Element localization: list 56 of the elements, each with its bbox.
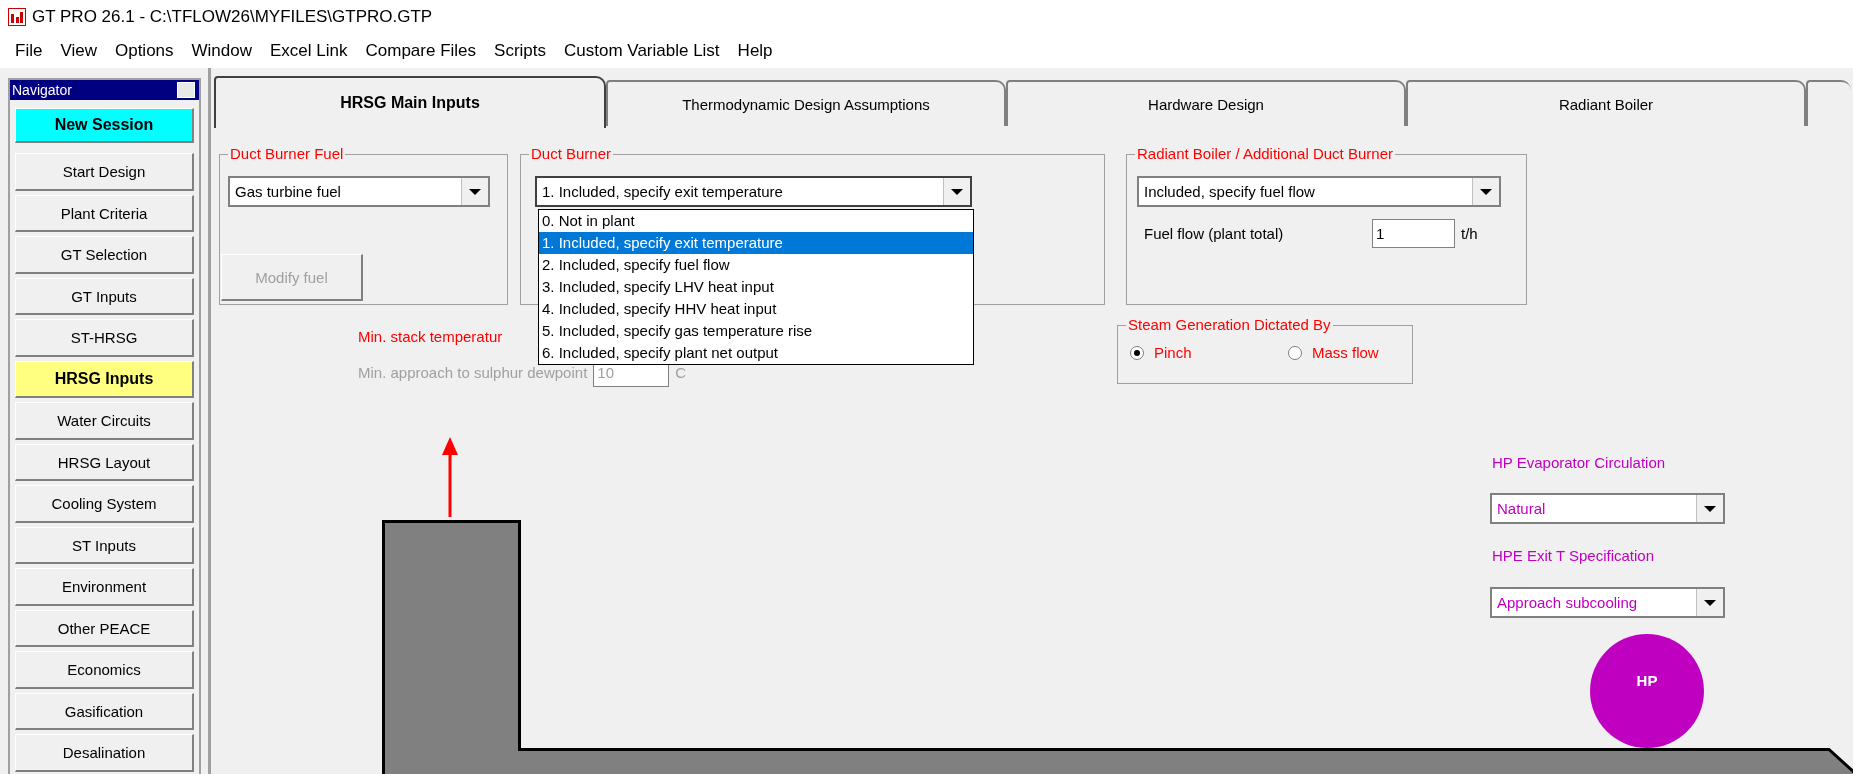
tab[interactable]: HRSG Main Inputs: [214, 76, 606, 128]
navigator-button[interactable]: GT Inputs: [15, 277, 194, 316]
menu-item[interactable]: Excel Link: [261, 40, 357, 61]
navigator-button[interactable]: ST-HRSG: [15, 319, 194, 357]
dropdown-option[interactable]: 5. Included, specify gas temperature rise: [539, 320, 973, 342]
menu-item[interactable]: View: [51, 40, 106, 61]
navigator-button[interactable]: HRSG Layout: [15, 443, 194, 482]
dropdown-option[interactable]: 0. Not in plant: [539, 210, 973, 232]
navigator-button[interactable]: Cooling System: [15, 485, 194, 523]
navigator-button[interactable]: Water Circuits: [15, 402, 194, 440]
navigator-button[interactable]: Economics: [15, 651, 194, 689]
field-label: HPE Exit T Specification: [1492, 547, 1655, 564]
unit-label: C: [675, 364, 687, 381]
field-label: HP Evaporator Circulation: [1492, 454, 1666, 471]
menu-item[interactable]: Window: [182, 40, 261, 61]
menu-item[interactable]: Options: [105, 40, 183, 61]
navigator-button[interactable]: Environment: [15, 568, 194, 606]
menu-item[interactable]: Custom Variable List: [555, 40, 729, 61]
navigator-button[interactable]: Gasification: [15, 692, 194, 731]
field-label: Fuel flow (plant total): [1144, 225, 1285, 242]
navigator-title: Navigator: [12, 81, 72, 98]
drum-label: HP: [1636, 672, 1658, 691]
field-label: Min. stack temperatur: [358, 328, 503, 345]
tab[interactable]: Hardware Design: [1006, 80, 1406, 126]
unit-label: t/h: [1461, 225, 1478, 242]
navigator-button[interactable]: Start Design: [15, 153, 194, 191]
menu-item[interactable]: Compare Files: [356, 40, 486, 61]
input-field[interactable]: 1: [1372, 219, 1455, 248]
navigator-button[interactable]: HRSG Inputs: [15, 360, 194, 399]
window-title: GT PRO 26.1 - C:\TFLOW26\MYFILES\GTPRO.GTP: [32, 6, 433, 27]
navigator-button[interactable]: New Session: [15, 107, 194, 144]
dropdown-option[interactable]: 1. Included, specify exit temperature: [539, 232, 973, 254]
tab[interactable]: Radiant Boiler: [1406, 80, 1806, 126]
menu-item[interactable]: Help: [728, 40, 782, 61]
dropdown[interactable]: Natural: [1490, 493, 1725, 524]
dropdown[interactable]: 1. Included, specify exit temperature: [535, 176, 972, 207]
navigator-button[interactable]: Desalination: [15, 734, 194, 772]
tab[interactable]: Thermodynamic Design Assumptions: [606, 80, 1006, 126]
dropdown[interactable]: Approach subcooling: [1490, 587, 1725, 618]
menu-item[interactable]: Scripts: [485, 40, 555, 61]
navigator-button[interactable]: Plant Criteria: [15, 194, 194, 233]
dropdown-option[interactable]: 2. Included, specify fuel flow: [539, 254, 973, 276]
dropdown-option[interactable]: 4. Included, specify HHV heat input: [539, 298, 973, 320]
group-title: Steam Generation Dictated By: [1126, 316, 1333, 334]
radio-option[interactable]: Pinch: [1130, 344, 1240, 361]
restore-icon[interactable]: [177, 81, 195, 98]
field-label: Min. approach to sulphur dewpoint: [358, 364, 588, 381]
app-icon: [8, 7, 26, 26]
dropdown-option[interactable]: 3. Included, specify LHV heat input: [539, 276, 973, 298]
navigator-button[interactable]: Other PEACE: [15, 609, 194, 648]
radio-option[interactable]: Mass flow: [1288, 344, 1398, 361]
dropdown[interactable]: Included, specify fuel flow: [1137, 176, 1501, 207]
navigator-button[interactable]: GT Selection: [15, 236, 194, 274]
menu-item[interactable]: File: [6, 40, 52, 61]
navigator-button[interactable]: ST Inputs: [15, 526, 194, 565]
dropdown[interactable]: Gas turbine fuel: [228, 176, 490, 207]
